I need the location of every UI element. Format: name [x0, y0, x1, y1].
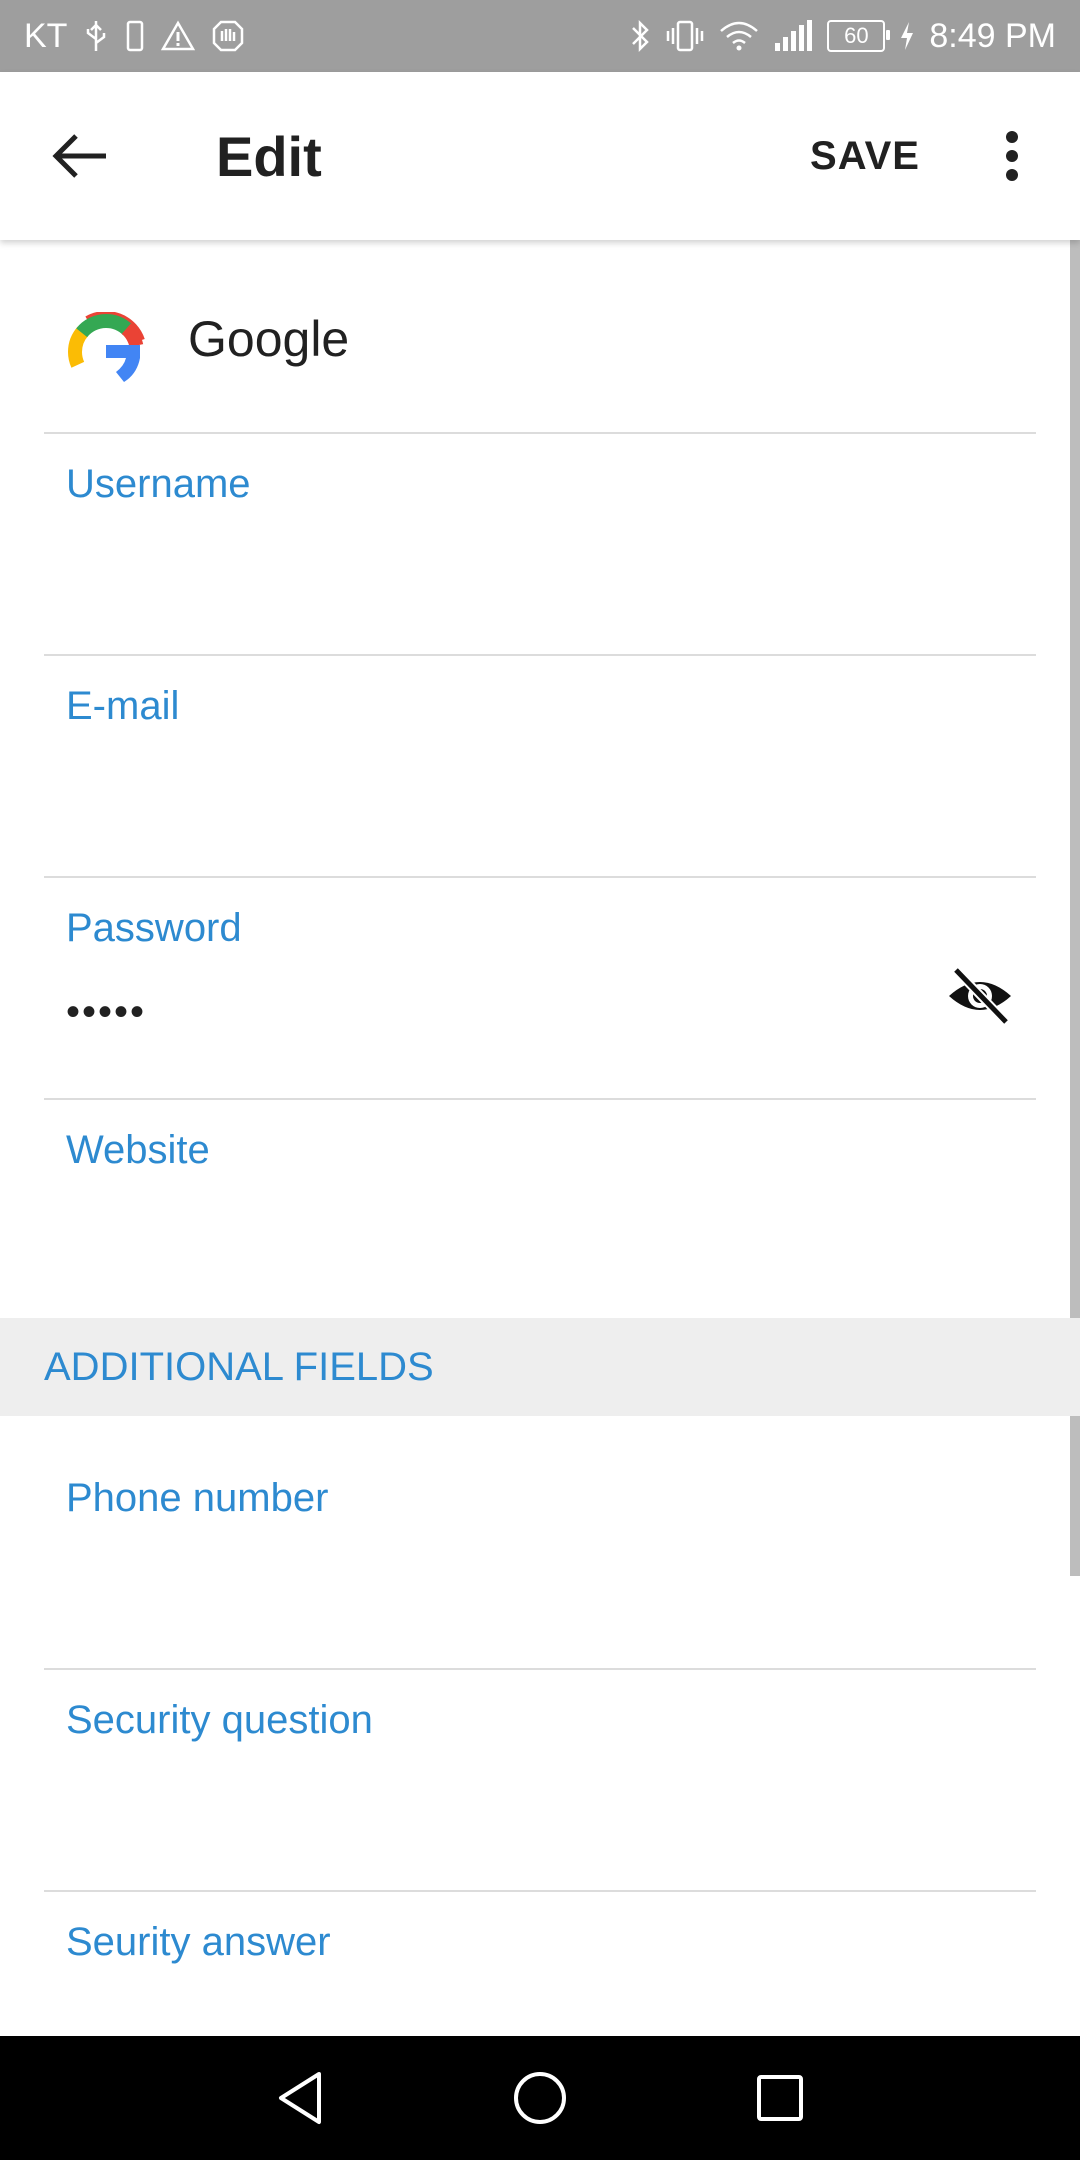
edit-form[interactable]: Google Username E-mail Password ••••• We… [0, 240, 1080, 2036]
battery-icon: 60 [827, 20, 891, 52]
toggle-password-visibility-button[interactable] [944, 960, 1016, 1032]
nav-back-button[interactable] [260, 2058, 340, 2138]
page-title: Edit [216, 124, 322, 188]
usb-icon [83, 19, 109, 53]
status-right: 60 8:49 PM [629, 0, 1056, 72]
email-label: E-mail [66, 684, 180, 728]
website-label: Website [66, 1128, 210, 1172]
nav-home-button[interactable] [500, 2058, 580, 2138]
arrow-left-icon [52, 134, 106, 178]
username-label: Username [66, 462, 251, 506]
charging-icon [899, 20, 915, 52]
triangle-back-icon [279, 2072, 321, 2124]
phone-number-field[interactable]: Phone number [44, 1416, 1036, 1636]
website-field[interactable]: Website [44, 1098, 1036, 1320]
square-recents-icon [757, 2075, 803, 2121]
more-options-button[interactable] [992, 124, 1032, 188]
username-field[interactable]: Username [44, 432, 1036, 654]
vibrate-icon [665, 19, 705, 53]
email-field[interactable]: E-mail [44, 654, 1036, 876]
phone-number-label: Phone number [66, 1476, 329, 1520]
bluetooth-icon [629, 19, 651, 53]
security-answer-label: Seurity answer [66, 1920, 331, 1964]
clock: 8:49 PM [929, 16, 1056, 55]
circle-home-icon [514, 2072, 566, 2124]
save-button[interactable]: SAVE [810, 72, 920, 240]
app-bar: Edit SAVE [0, 72, 1080, 240]
carrier-label: KT [24, 16, 68, 55]
visibility-off-icon [949, 966, 1011, 1026]
navigation-bar [0, 2036, 1080, 2160]
additional-fields-title: ADDITIONAL FIELDS [44, 1344, 434, 1389]
warning-icon [161, 20, 196, 52]
additional-fields-header: ADDITIONAL FIELDS [0, 1318, 1080, 1416]
security-question-label: Security question [66, 1698, 373, 1742]
service-header: Google [0, 240, 1080, 432]
status-bar: KT 60 8:49 PM [0, 0, 1080, 72]
phone-icon [125, 20, 145, 52]
back-button[interactable] [40, 116, 120, 196]
security-question-field[interactable]: Security question [44, 1668, 1036, 1890]
password-input[interactable]: ••••• [66, 990, 146, 1035]
nav-recents-button[interactable] [740, 2058, 820, 2138]
service-name: Google [188, 311, 350, 367]
status-left: KT [24, 0, 245, 72]
signal-icon [773, 19, 813, 53]
hand-stop-icon [211, 19, 245, 53]
password-label: Password [66, 906, 242, 950]
google-logo-icon [66, 312, 145, 392]
password-field[interactable]: Password ••••• [44, 876, 1036, 1098]
wifi-icon [719, 19, 759, 53]
battery-level: 60 [844, 23, 869, 48]
security-answer-field[interactable]: Seurity answer [44, 1890, 1036, 2036]
more-vertical-icon [1006, 131, 1018, 181]
